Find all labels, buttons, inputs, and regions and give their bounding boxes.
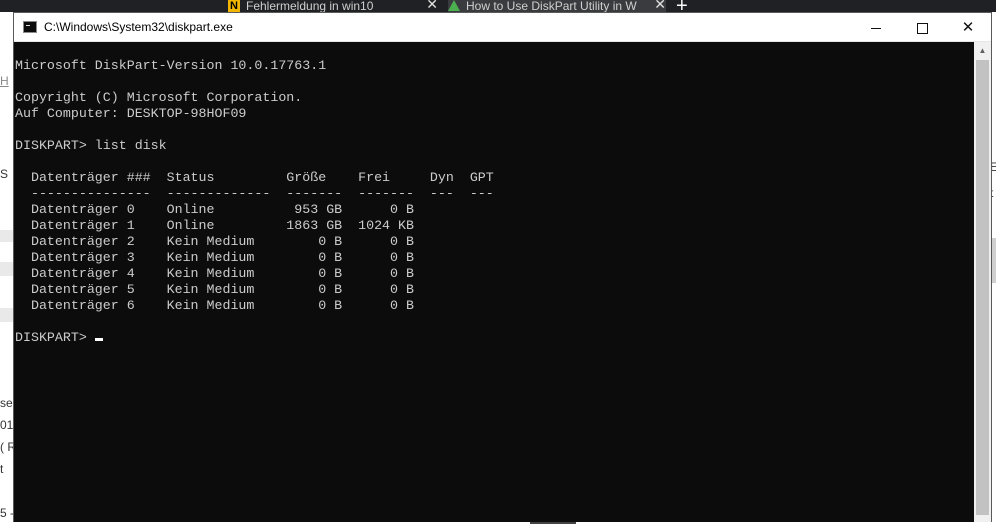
close-button[interactable]: ✕ — [945, 13, 991, 42]
text-cursor — [94, 338, 103, 341]
console-line: Datenträger ### Status Größe Frei Dyn GP… — [30, 170, 494, 185]
console-window: C:\Windows\System32\diskpart.exe ✕ Micro… — [13, 12, 992, 522]
page-fragment: t — [0, 462, 4, 476]
browser-tab-fehlermeldung[interactable]: N Fehlermeldung in win10 ✕ — [228, 0, 438, 12]
browser-tab-label: Fehlermeldung in win10 — [246, 0, 374, 12]
scrollbar-thumb[interactable] — [976, 60, 989, 515]
browser-tab-diskpart-howto[interactable]: How to Use DiskPart Utility in W ✕ — [448, 0, 666, 12]
close-tab-icon[interactable]: ✕ — [426, 0, 438, 11]
terminal-text: Microsoft DiskPart-Version 10.0.17763.1 … — [14, 42, 975, 346]
console-output[interactable]: Microsoft DiskPart-Version 10.0.17763.1 … — [14, 42, 975, 522]
console-line: Datenträger 0 Online 953 GB 0 B — [30, 202, 414, 217]
page-sidebar-highlight — [0, 308, 14, 322]
console-line: DISKPART> list disk — [15, 138, 167, 153]
console-line: Datenträger 5 Kein Medium 0 B 0 B — [30, 282, 414, 297]
page-fragment: S — [0, 167, 9, 181]
vertical-scrollbar[interactable]: ▲ — [974, 42, 991, 522]
console-line: Datenträger 3 Kein Medium 0 B 0 B — [30, 250, 414, 265]
console-line: Datenträger 1 Online 1863 GB 1024 KB — [30, 218, 414, 233]
page-fragment: 01 — [0, 418, 14, 432]
maximize-icon — [916, 22, 928, 34]
triangle-icon — [448, 0, 460, 11]
browser-tab-strip: N Fehlermeldung in win10 ✕ How to Use Dis… — [0, 0, 996, 12]
close-icon: ✕ — [961, 19, 975, 36]
norton-icon: N — [228, 0, 240, 12]
minimize-icon — [871, 27, 881, 29]
console-line: --------------- ------------- ------- --… — [30, 186, 494, 201]
console-line: Datenträger 4 Kein Medium 0 B 0 B — [30, 266, 414, 281]
page-fragment: 5 - — [0, 506, 15, 520]
console-lines: Microsoft DiskPart-Version 10.0.17763.1 … — [15, 58, 494, 313]
prompt: DISKPART> — [15, 330, 87, 345]
console-line: Auf Computer: DESKTOP-98HOF09 — [15, 106, 247, 121]
page-sidebar-highlight — [0, 230, 14, 242]
close-tab-icon[interactable]: ✕ — [654, 0, 666, 11]
title-bar[interactable]: C:\Windows\System32\diskpart.exe ✕ — [14, 13, 991, 42]
page-sidebar-highlight — [0, 262, 14, 276]
console-app-icon[interactable] — [23, 21, 37, 33]
window-title: C:\Windows\System32\diskpart.exe — [44, 20, 233, 34]
browser-tab-label: How to Use DiskPart Utility in W — [466, 0, 637, 12]
console-line: Datenträger 6 Kein Medium 0 B 0 B — [30, 298, 414, 313]
maximize-button[interactable] — [899, 13, 945, 42]
console-line: Microsoft DiskPart-Version 10.0.17763.1 — [15, 58, 327, 73]
page-fragment: H — [0, 74, 9, 88]
minimize-button[interactable] — [853, 13, 899, 42]
new-tab-button[interactable]: + — [676, 0, 688, 12]
console-line: Datenträger 2 Kein Medium 0 B 0 B — [30, 234, 414, 249]
scroll-up-icon[interactable]: ▲ — [974, 42, 991, 59]
console-line: Copyright (C) Microsoft Corporation. — [15, 90, 303, 105]
